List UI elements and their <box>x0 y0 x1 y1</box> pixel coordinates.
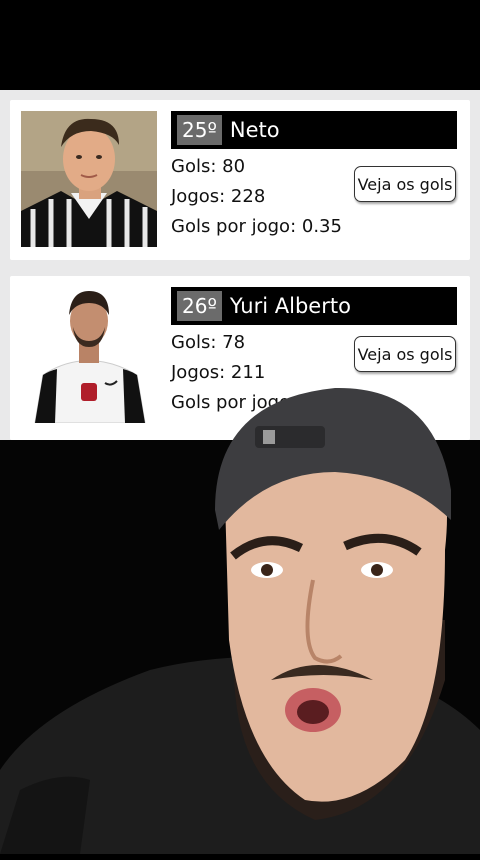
goals-stat: Gols: 80 <box>171 156 246 177</box>
rank-bar: 25º Neto <box>171 111 457 149</box>
see-goals-button[interactable]: Veja os gols <box>354 336 456 372</box>
player-name: Neto <box>229 118 280 142</box>
player-card-neto: 25º Neto Gols: 80 Jogos: 228 Gols por jo… <box>10 100 470 260</box>
rank-number: 26º <box>177 291 222 321</box>
goals-per-game-stat: Gols por jogo: 0.35 <box>171 216 342 237</box>
player-name: Yuri Alberto <box>229 294 351 318</box>
top-black-bar <box>0 0 480 90</box>
games-stat: Jogos: 228 <box>171 186 266 207</box>
rank-number: 25º <box>177 115 222 145</box>
player-photo-neto <box>21 111 157 247</box>
see-goals-button[interactable]: Veja os gols <box>354 166 456 202</box>
goals-stat: Gols: 78 <box>171 332 246 353</box>
player-photo-yuri-alberto <box>21 287 157 423</box>
presenter-face <box>205 380 465 860</box>
rank-bar: 26º Yuri Alberto <box>171 287 457 325</box>
